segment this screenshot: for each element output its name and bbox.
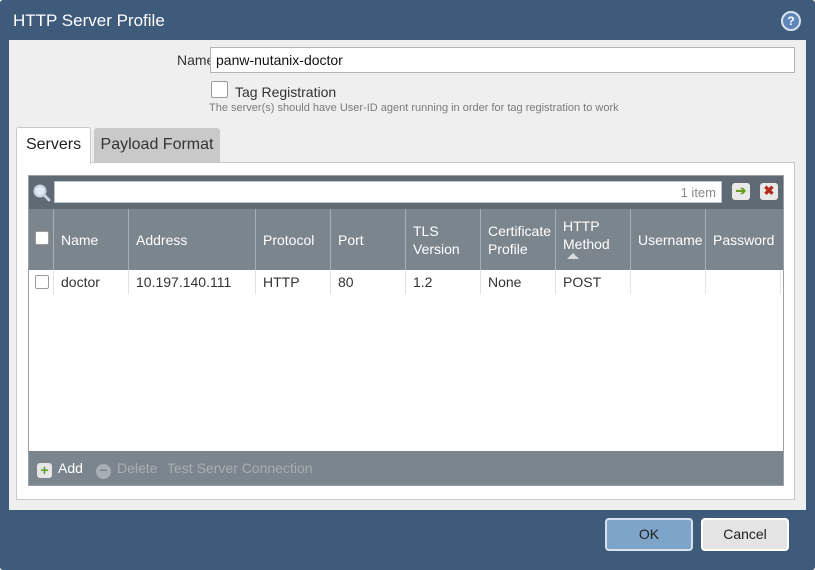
cancel-button[interactable]: Cancel xyxy=(701,518,789,551)
cell-http-method: POST xyxy=(556,270,631,294)
cell-name: doctor xyxy=(54,270,129,294)
add-button[interactable]: + Add xyxy=(37,460,83,478)
tab-servers[interactable]: Servers xyxy=(16,127,91,164)
row-select-checkbox[interactable] xyxy=(35,275,49,289)
help-icon[interactable]: ? xyxy=(781,11,801,31)
cell-port: 80 xyxy=(331,270,406,294)
column-header-port[interactable]: Port xyxy=(331,209,406,270)
column-header-name[interactable]: Name xyxy=(54,209,129,270)
column-header-http-method[interactable]: HTTP Method xyxy=(556,209,631,270)
cell-address: 10.197.140.111 xyxy=(129,270,256,294)
grid-footer: + Add − Delete Test Server Connection xyxy=(29,451,783,485)
search-icon xyxy=(33,184,51,202)
column-header-address[interactable]: Address xyxy=(129,209,256,270)
grid-searchbar: 1 item ➔ ✖ xyxy=(29,176,783,209)
ok-button[interactable]: OK xyxy=(605,518,693,551)
name-label: Name xyxy=(177,52,215,68)
column-header-username[interactable]: Username xyxy=(631,209,706,270)
tag-registration-label: Tag Registration xyxy=(235,84,337,100)
dialog-title: HTTP Server Profile xyxy=(13,11,165,30)
tag-registration-checkbox[interactable] xyxy=(211,81,228,98)
add-icon: + xyxy=(37,463,52,478)
column-header-protocol[interactable]: Protocol xyxy=(256,209,331,270)
column-header-password[interactable]: Password xyxy=(706,209,783,270)
cell-username xyxy=(631,270,706,294)
select-all-checkbox[interactable] xyxy=(35,231,49,245)
cell-protocol: HTTP xyxy=(256,270,331,294)
name-input[interactable] xyxy=(210,47,795,73)
dialog-content: Name Tag Registration The server(s) shou… xyxy=(9,40,806,510)
select-all-header xyxy=(29,209,54,270)
column-header-certificate-profile[interactable]: Certificate Profile xyxy=(481,209,556,270)
test-server-connection-button[interactable]: Test Server Connection xyxy=(167,460,313,478)
delete-icon: − xyxy=(96,463,111,479)
apply-filter-button[interactable]: ➔ xyxy=(732,183,750,200)
column-header-tls-version[interactable]: TLS Version xyxy=(406,209,481,270)
item-count: 1 item xyxy=(680,185,716,200)
servers-panel: 1 item ➔ ✖ Name Address Protocol Port TL… xyxy=(16,162,795,500)
cell-password xyxy=(706,270,781,294)
grid-header: Name Address Protocol Port TLS Version C… xyxy=(29,209,783,270)
sort-ascending-icon xyxy=(567,253,579,259)
add-label: Add xyxy=(58,460,83,476)
clear-filter-button[interactable]: ✖ xyxy=(760,183,778,200)
dialog-titlebar[interactable]: HTTP Server Profile ? xyxy=(0,0,815,40)
tag-registration-hint: The server(s) should have User-ID agent … xyxy=(209,102,619,114)
table-row[interactable]: doctor 10.197.140.111 HTTP 80 1.2 None P… xyxy=(29,270,783,294)
servers-grid: 1 item ➔ ✖ Name Address Protocol Port TL… xyxy=(28,175,784,486)
delete-button[interactable]: − Delete xyxy=(96,460,158,479)
cell-tls-version: 1.2 xyxy=(406,270,481,294)
tab-payload-format[interactable]: Payload Format xyxy=(94,128,220,162)
row-select-cell xyxy=(29,270,54,294)
delete-label: Delete xyxy=(117,460,158,476)
cell-certificate-profile: None xyxy=(481,270,556,294)
http-server-profile-dialog: HTTP Server Profile ? Name Tag Registrat… xyxy=(0,0,815,570)
